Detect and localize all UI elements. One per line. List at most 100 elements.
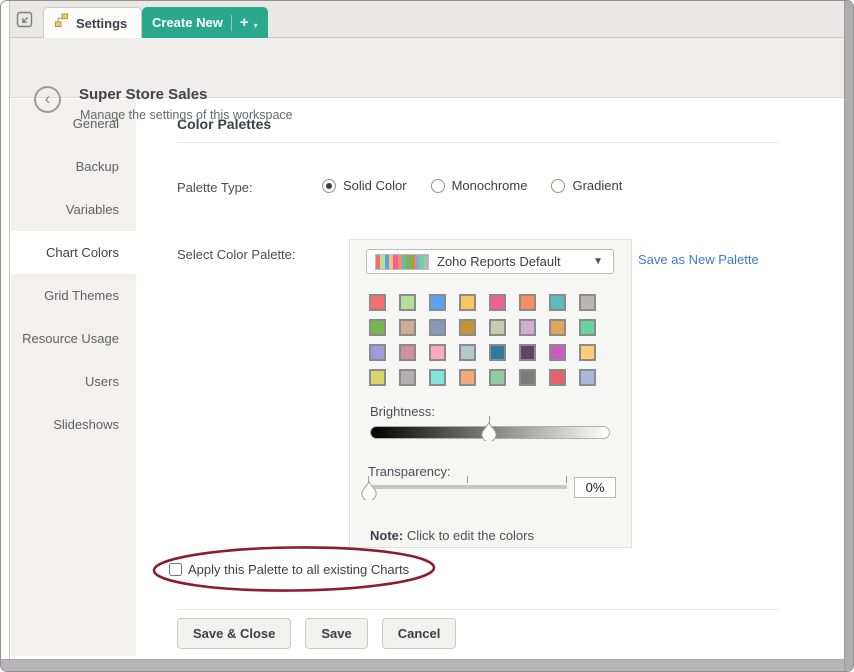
color-swatch-r2-c2[interactable] — [399, 319, 416, 336]
color-swatch-r3-c6[interactable] — [519, 344, 536, 361]
transparency-slider[interactable] — [368, 485, 567, 489]
thumbnail-stripe — [424, 255, 428, 269]
color-swatch-r4-c2[interactable] — [399, 369, 416, 386]
color-swatch-r1-c6[interactable] — [519, 294, 536, 311]
color-swatch-r1-c8[interactable] — [579, 294, 596, 311]
sidebar-item-resource-usage[interactable]: Resource Usage — [11, 317, 136, 360]
divider — [177, 142, 778, 143]
tab-settings[interactable]: Settings — [43, 7, 142, 38]
brightness-label: Brightness: — [370, 404, 435, 419]
sidebar-item-slideshows[interactable]: Slideshows — [11, 403, 136, 446]
settings-window: Settings Create New + ▾ ‹ Super Store Sa… — [0, 0, 854, 672]
tab-settings-label: Settings — [76, 16, 127, 31]
radio-label: Gradient — [572, 178, 622, 193]
save-as-new-palette-link[interactable]: Save as New Palette — [638, 252, 759, 267]
apply-palette-row: Apply this Palette to all existing Chart… — [169, 562, 409, 577]
left-rail — [1, 1, 10, 661]
transparency-slider-handle[interactable] — [361, 481, 377, 500]
color-swatch-r3-c7[interactable] — [549, 344, 566, 361]
color-swatch-r4-c8[interactable] — [579, 369, 596, 386]
color-swatch-r2-c6[interactable] — [519, 319, 536, 336]
palette-type-options: Solid Color Monochrome Gradient — [322, 178, 622, 193]
color-swatch-r4-c7[interactable] — [549, 369, 566, 386]
radio-icon[interactable] — [431, 179, 445, 193]
palette-panel: Zoho Reports Default ▼ Brightness: Trans… — [349, 239, 632, 548]
color-swatch-r3-c4[interactable] — [459, 344, 476, 361]
settings-tab-icon — [54, 13, 69, 33]
main-content: Color Palettes Palette Type: Solid Color… — [136, 99, 844, 659]
color-swatch-r1-c5[interactable] — [489, 294, 506, 311]
color-swatch-r2-c8[interactable] — [579, 319, 596, 336]
sidebar-item-chart-colors[interactable]: Chart Colors — [11, 231, 136, 274]
brightness-slider-handle[interactable] — [481, 422, 497, 441]
sidebar-item-variables[interactable]: Variables — [11, 188, 136, 231]
transparency-value-input[interactable] — [574, 477, 616, 498]
back-button[interactable]: ‹ — [34, 86, 61, 113]
workspace-header: ‹ Super Store Sales Manage the settings … — [10, 38, 844, 98]
color-swatch-r4-c3[interactable] — [429, 369, 446, 386]
color-swatch-r2-c4[interactable] — [459, 319, 476, 336]
palette-dropdown[interactable]: Zoho Reports Default ▼ — [366, 249, 614, 274]
plus-icon[interactable]: + — [240, 15, 249, 30]
color-swatch-r1-c3[interactable] — [429, 294, 446, 311]
apply-palette-label: Apply this Palette to all existing Chart… — [188, 562, 409, 577]
color-swatch-grid — [369, 294, 596, 386]
select-palette-label: Select Color Palette: — [177, 247, 296, 262]
transparency-tick-50 — [467, 476, 468, 483]
radio-option-solid-color[interactable]: Solid Color — [322, 178, 407, 193]
radio-option-gradient[interactable]: Gradient — [551, 178, 622, 193]
create-new-button[interactable]: Create New + ▾ — [142, 7, 268, 38]
color-swatch-r1-c2[interactable] — [399, 294, 416, 311]
chevron-down-icon: ▾ — [254, 21, 258, 30]
color-swatch-r1-c4[interactable] — [459, 294, 476, 311]
note-prefix: Note: — [370, 528, 403, 543]
radio-label: Solid Color — [343, 178, 407, 193]
sidebar-item-grid-themes[interactable]: Grid Themes — [11, 274, 136, 317]
radio-icon[interactable] — [322, 179, 336, 193]
radio-option-monochrome[interactable]: Monochrome — [431, 178, 528, 193]
color-swatch-r3-c5[interactable] — [489, 344, 506, 361]
palette-type-label: Palette Type: — [177, 180, 253, 195]
note-text: Click to edit the colors — [403, 528, 534, 543]
create-new-separator — [231, 15, 232, 31]
color-swatch-r4-c1[interactable] — [369, 369, 386, 386]
divider — [177, 609, 778, 610]
transparency-tick-100 — [566, 476, 567, 483]
apply-palette-checkbox[interactable] — [169, 563, 182, 576]
back-chevron-icon: ‹ — [45, 90, 51, 107]
dropdown-caret-icon: ▼ — [593, 256, 605, 267]
sidebar-item-backup[interactable]: Backup — [11, 145, 136, 188]
color-swatch-r1-c1[interactable] — [369, 294, 386, 311]
save-button[interactable]: Save — [305, 618, 367, 649]
color-swatch-r1-c7[interactable] — [549, 294, 566, 311]
color-swatch-r2-c7[interactable] — [549, 319, 566, 336]
tab-bar: Settings Create New + ▾ — [10, 1, 844, 38]
palette-note: Note: Click to edit the colors — [370, 528, 534, 543]
workspace-subtitle: Manage the settings of this workspace — [80, 108, 293, 122]
color-swatch-r4-c5[interactable] — [489, 369, 506, 386]
palette-thumbnail — [375, 254, 429, 270]
workspace-title: Super Store Sales — [79, 86, 207, 103]
action-buttons: Save & Close Save Cancel — [177, 618, 456, 649]
color-swatch-r2-c1[interactable] — [369, 319, 386, 336]
transparency-label: Transparency: — [368, 464, 451, 479]
radio-label: Monochrome — [452, 178, 528, 193]
sidebar: GeneralBackupVariablesChart ColorsGrid T… — [11, 99, 136, 656]
color-swatch-r3-c3[interactable] — [429, 344, 446, 361]
color-swatch-r4-c4[interactable] — [459, 369, 476, 386]
sidebar-item-users[interactable]: Users — [11, 360, 136, 403]
color-swatch-r2-c3[interactable] — [429, 319, 446, 336]
color-swatch-r2-c5[interactable] — [489, 319, 506, 336]
color-swatch-r3-c8[interactable] — [579, 344, 596, 361]
radio-icon[interactable] — [551, 179, 565, 193]
color-swatch-r3-c1[interactable] — [369, 344, 386, 361]
create-new-label: Create New — [152, 15, 223, 30]
palette-dropdown-value: Zoho Reports Default — [437, 254, 585, 269]
color-swatch-r4-c6[interactable] — [519, 369, 536, 386]
collapse-panel-icon[interactable] — [16, 11, 34, 29]
cancel-button[interactable]: Cancel — [382, 618, 457, 649]
horizontal-scrollbar[interactable] — [1, 659, 844, 671]
vertical-scrollbar[interactable] — [844, 1, 853, 672]
color-swatch-r3-c2[interactable] — [399, 344, 416, 361]
save-close-button[interactable]: Save & Close — [177, 618, 291, 649]
